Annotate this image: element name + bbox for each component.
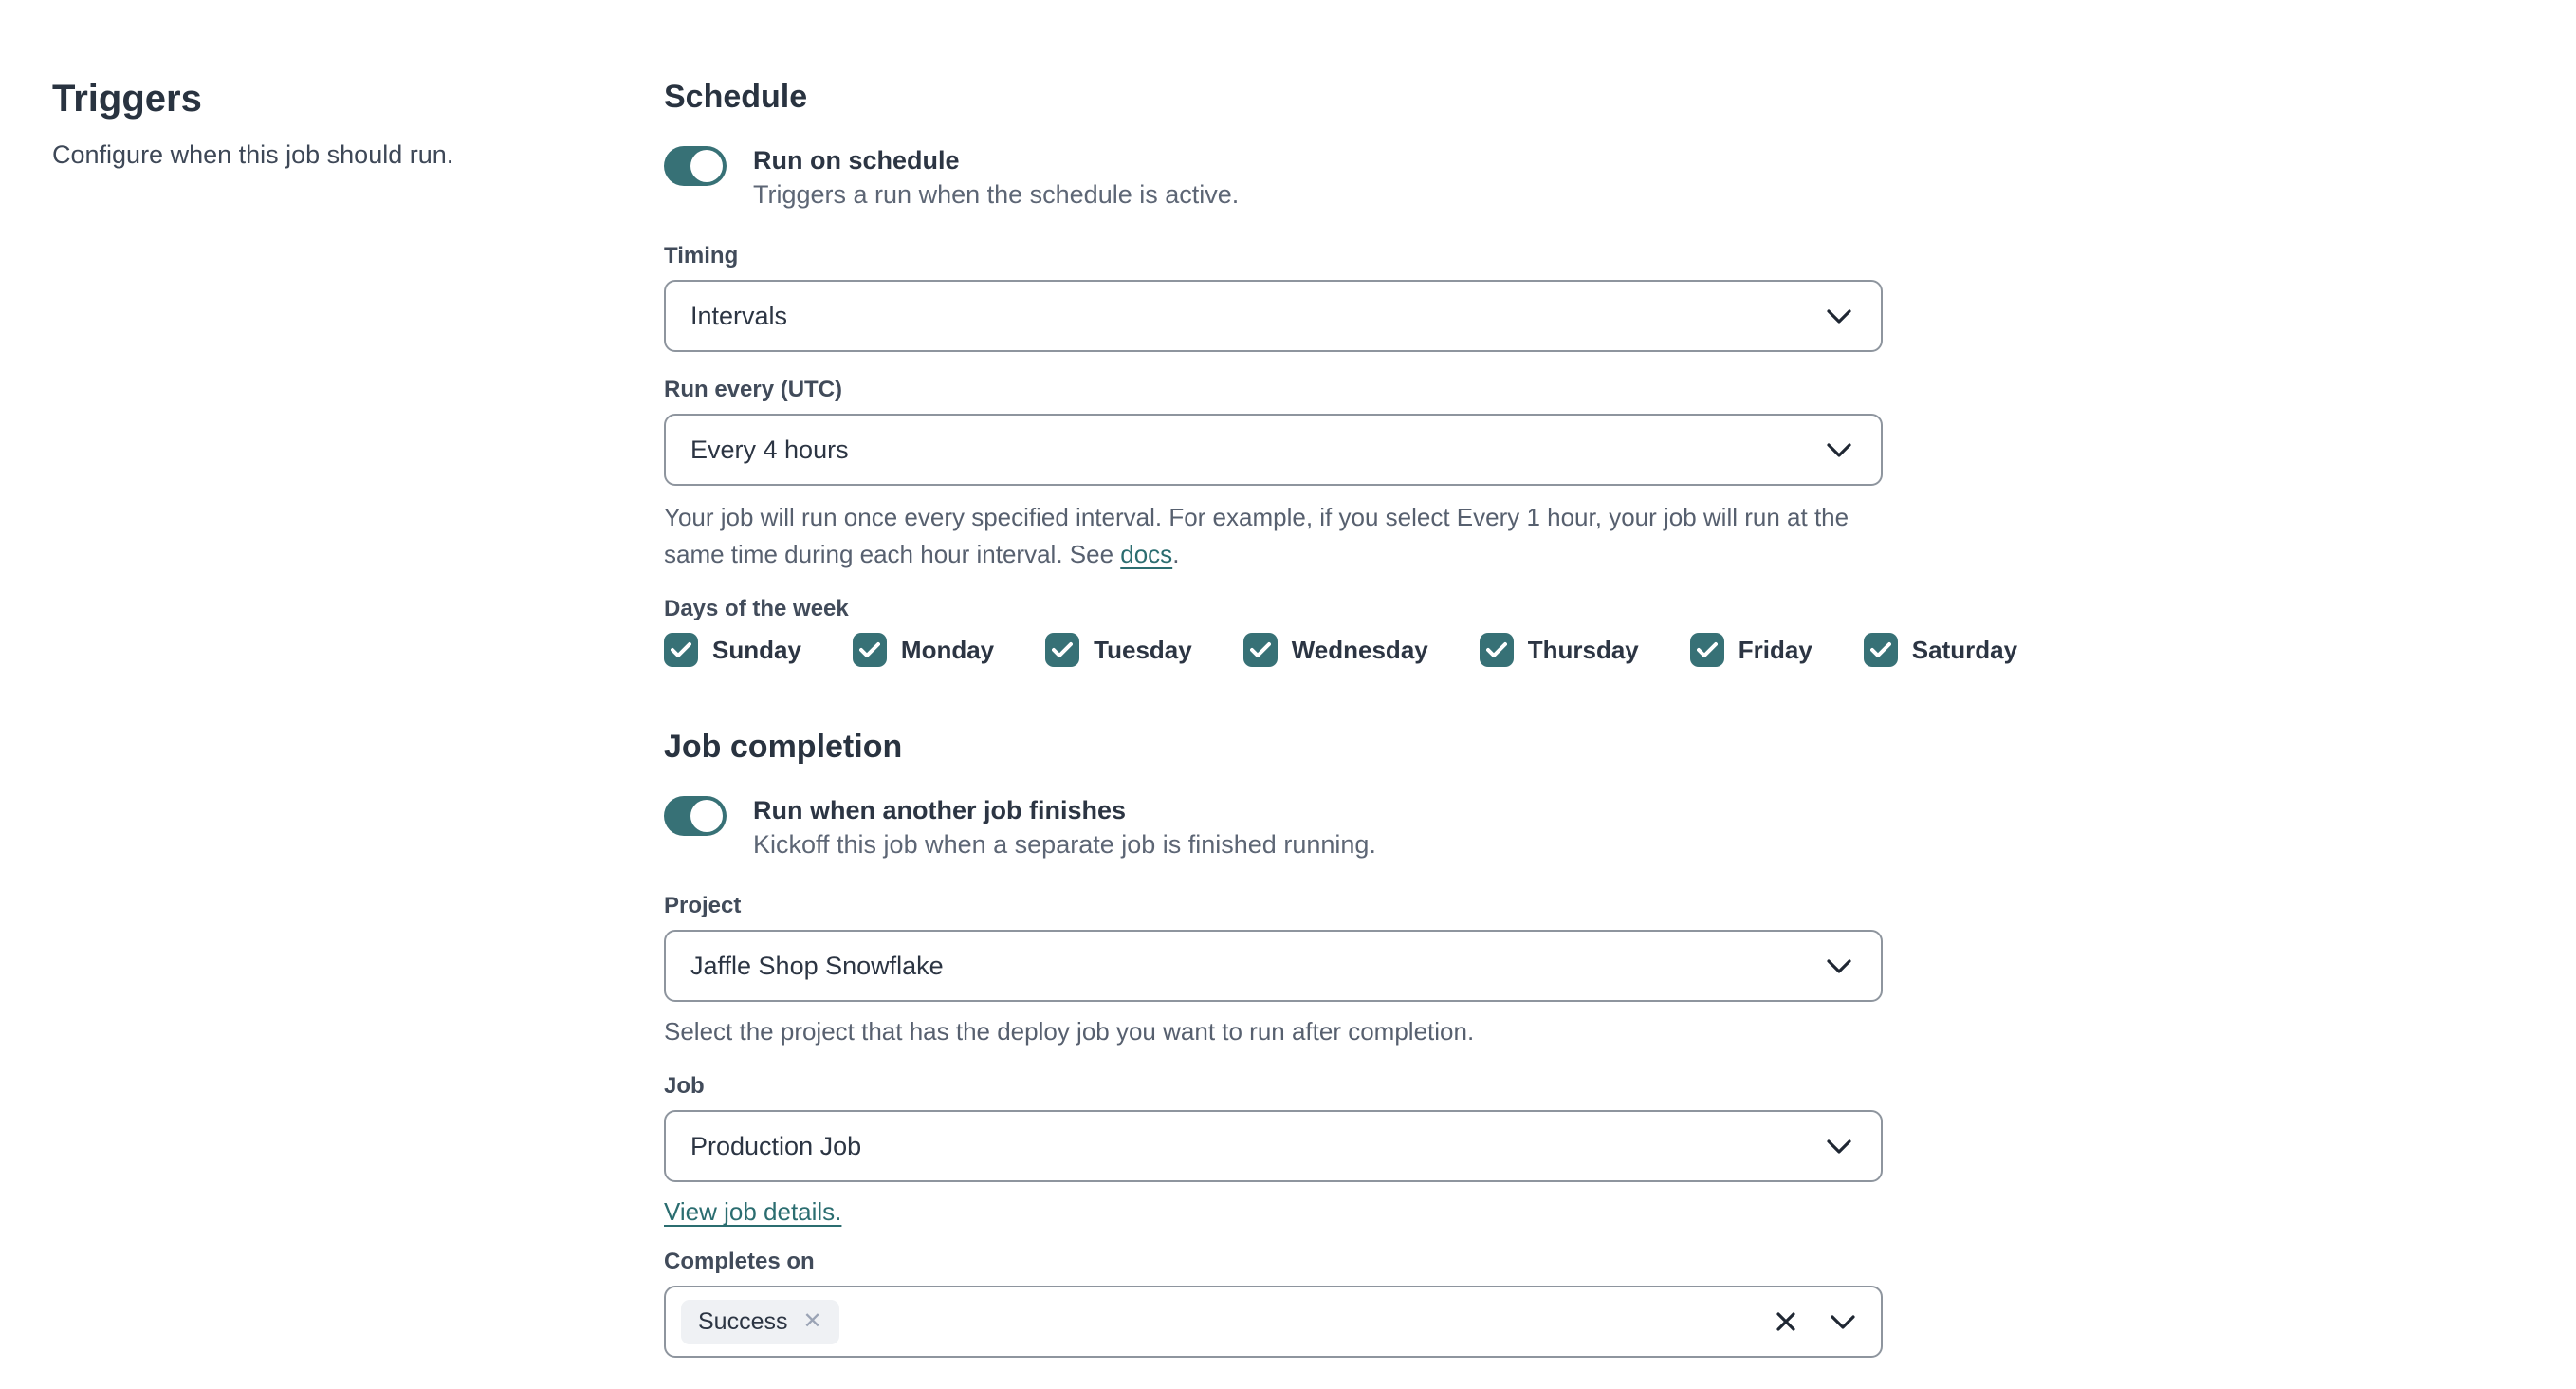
help-text-body: Your job will run once every specified i… — [664, 503, 1849, 568]
multiselect-controls — [1775, 1310, 1856, 1333]
project-select-value: Jaffle Shop Snowflake — [690, 951, 944, 980]
checkbox-checked-icon[interactable] — [664, 633, 698, 667]
run-when-finishes-description: Kickoff this job when a separate job is … — [753, 830, 1376, 859]
timing-label: Timing — [664, 243, 739, 269]
run-when-finishes-text: Run when another job finishes Kickoff th… — [753, 794, 1376, 862]
run-when-finishes-toggle[interactable] — [664, 796, 727, 836]
run-every-select[interactable]: Every 4 hours — [664, 414, 1883, 486]
completes-on-label: Completes on — [664, 1249, 815, 1274]
job-completion-heading: Job completion — [664, 729, 903, 765]
chevron-down-icon — [1827, 958, 1851, 973]
project-help-text: Select the project that has the deploy j… — [664, 1017, 1475, 1046]
project-field: Project Jaffle Shop Snowflake Select the… — [664, 893, 1883, 1050]
page-subtitle: Configure when this job should run. — [52, 140, 454, 169]
docs-link[interactable]: docs — [1120, 540, 1172, 568]
checkbox-checked-icon[interactable] — [1863, 633, 1898, 667]
day-label: Friday — [1738, 635, 1812, 664]
job-select[interactable]: Production Job — [664, 1110, 1883, 1182]
day-label: Monday — [900, 635, 995, 664]
project-label: Project — [664, 893, 742, 918]
day-label: Tuesday — [1094, 635, 1192, 664]
day-checkbox-tuesday[interactable]: Tuesday — [1045, 633, 1192, 667]
chevron-down-icon — [1827, 442, 1851, 457]
project-select[interactable]: Jaffle Shop Snowflake — [664, 930, 1883, 1002]
timing-field: Timing Intervals — [664, 243, 1883, 352]
toggle-knob — [690, 150, 723, 182]
toggle-knob — [690, 800, 723, 832]
day-label: Thursday — [1527, 635, 1639, 664]
timing-select-value: Intervals — [690, 301, 788, 330]
checkbox-checked-icon[interactable] — [1242, 633, 1278, 667]
run-every-help-text: Your job will run once every specified i… — [664, 499, 1883, 573]
run-on-schedule-label: Run on schedule — [753, 146, 960, 175]
checkbox-checked-icon[interactable] — [1689, 633, 1724, 667]
day-checkbox-thursday[interactable]: Thursday — [1479, 633, 1639, 667]
run-on-schedule-text: Run on schedule Triggers a run when the … — [753, 144, 1239, 213]
day-checkbox-monday[interactable]: Monday — [852, 633, 995, 667]
job-completion-section: Job completion Run when another job fini… — [664, 728, 1883, 1358]
job-select-value: Production Job — [690, 1131, 862, 1160]
day-checkbox-saturday[interactable]: Saturday — [1863, 633, 2018, 667]
job-label: Job — [664, 1073, 705, 1099]
run-on-schedule-row: Run on schedule Triggers a run when the … — [664, 144, 1883, 213]
completes-on-field: Completes on Success ✕ — [664, 1249, 1883, 1358]
day-checkbox-friday[interactable]: Friday — [1689, 633, 1812, 667]
chevron-down-icon — [1827, 308, 1851, 324]
day-checkbox-wednesday[interactable]: Wednesday — [1242, 633, 1428, 667]
page-title: Triggers — [52, 78, 202, 120]
clear-all-icon[interactable] — [1775, 1310, 1797, 1333]
day-label: Sunday — [712, 635, 801, 664]
days-of-week-group: Days of the week Sunday Monday Tuesday W… — [664, 596, 2017, 667]
run-on-schedule-description: Triggers a run when the schedule is acti… — [753, 180, 1240, 209]
help-text-suffix: . — [1172, 540, 1180, 568]
run-when-finishes-label: Run when another job finishes — [753, 796, 1127, 824]
run-every-select-value: Every 4 hours — [690, 435, 849, 464]
triggers-settings-page: Triggers Configure when this job should … — [0, 0, 2576, 1382]
day-label: Wednesday — [1291, 635, 1428, 664]
job-field: Job Production Job View job details. — [664, 1073, 1883, 1228]
timing-select[interactable]: Intervals — [664, 280, 1883, 352]
run-every-field: Run every (UTC) Every 4 hours Your job w… — [664, 377, 1883, 573]
completes-on-multiselect[interactable]: Success ✕ — [664, 1286, 1883, 1358]
run-when-finishes-row: Run when another job finishes Kickoff th… — [664, 794, 1883, 862]
days-of-week-label: Days of the week — [664, 596, 849, 621]
view-job-details-link[interactable]: View job details. — [664, 1195, 841, 1228]
day-label: Saturday — [1911, 635, 2018, 664]
selected-chip-success: Success ✕ — [681, 1299, 839, 1344]
schedule-section: Schedule Run on schedule Triggers a run … — [664, 78, 2017, 667]
days-of-week-row: Sunday Monday Tuesday Wednesday Thursday… — [664, 633, 2017, 667]
triggers-form: Schedule Run on schedule Triggers a run … — [664, 78, 2017, 1382]
schedule-heading: Schedule — [664, 79, 808, 115]
triggers-panel: Triggers Configure when this job should … — [0, 78, 664, 171]
chip-label: Success — [698, 1307, 788, 1335]
checkbox-checked-icon[interactable] — [852, 633, 887, 667]
checkbox-checked-icon[interactable] — [1045, 633, 1080, 667]
day-checkbox-sunday[interactable]: Sunday — [664, 633, 801, 667]
remove-chip-icon[interactable]: ✕ — [802, 1310, 821, 1333]
run-every-label: Run every (UTC) — [664, 377, 843, 402]
chevron-down-icon — [1827, 1139, 1851, 1154]
checkbox-checked-icon[interactable] — [1479, 633, 1514, 667]
run-on-schedule-toggle[interactable] — [664, 146, 727, 186]
chevron-down-icon[interactable] — [1830, 1314, 1856, 1330]
